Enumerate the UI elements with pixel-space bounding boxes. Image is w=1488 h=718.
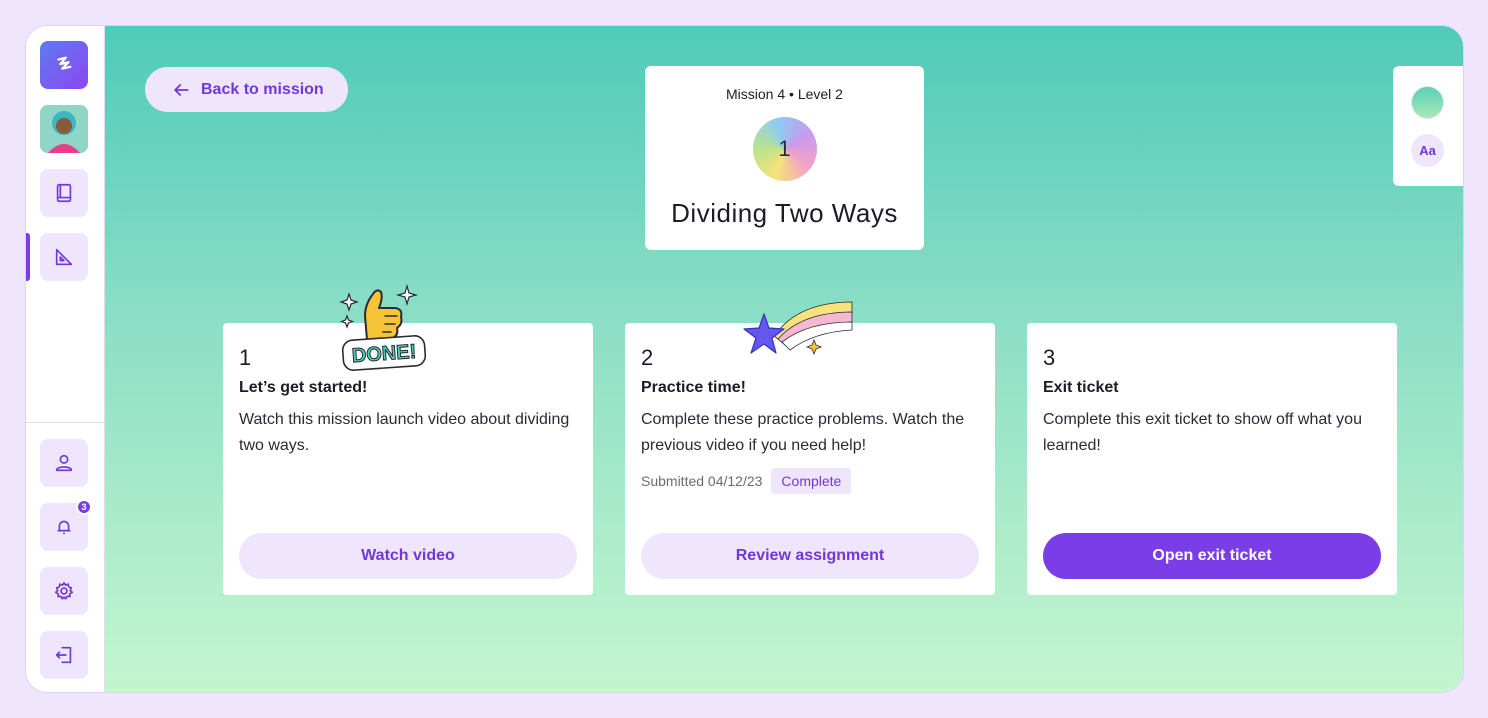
book-icon[interactable] [40,169,88,217]
submission-status: Submitted 04/12/23 Complete [641,468,979,494]
level-number: 1 [778,136,791,161]
font-size-button[interactable]: Aa [1411,134,1444,167]
main-content: Back to mission Mission 4 • Level 2 1 Di… [105,26,1463,692]
mission-header-card: Mission 4 • Level 2 1 Dividing Two Ways [645,66,924,250]
tools-panel: Aa [1393,66,1463,186]
shooting-star-icon [743,301,853,356]
logo-icon[interactable] [40,41,88,89]
gear-icon[interactable] [40,567,88,615]
logout-icon[interactable] [40,631,88,679]
status-badge: Complete [771,468,852,494]
theme-toggle[interactable] [1411,86,1444,119]
submitted-date: Submitted 04/12/23 [641,473,763,489]
active-indicator [26,233,30,281]
card-description: Watch this mission launch video about di… [239,411,570,454]
ruler-icon[interactable] [40,233,88,281]
done-sticker-text: DONE! [351,341,417,367]
card-title: Let’s get started! [239,379,368,396]
back-label: Back to mission [201,80,324,98]
app-frame: 3 Back to mission Mission 4 • Level 2 1 [25,25,1464,693]
done-thumbs-up-icon: DONE! [339,283,427,371]
user-icon[interactable] [40,439,88,487]
open-exit-ticket-button[interactable]: Open exit ticket [1043,533,1381,579]
level-badge: 1 [752,117,817,181]
card-description: Complete these practice problems. Watch … [641,411,965,454]
mission-meta: Mission 4 • Level 2 [726,86,843,102]
page-title: Dividing Two Ways [671,198,898,228]
sidebar: 3 [26,26,105,692]
card-description: Complete this exit ticket to show off wh… [1043,411,1362,454]
arrow-left-icon [174,83,189,96]
avatar[interactable] [40,105,88,153]
back-to-mission-button[interactable]: Back to mission [145,67,348,112]
card-number: 3 [1043,345,1056,370]
sidebar-divider [26,422,105,423]
card-title: Exit ticket [1043,379,1119,396]
lesson-card-3: 3 Exit ticket Complete this exit ticket … [1027,323,1397,595]
review-assignment-button[interactable]: Review assignment [641,533,979,579]
watch-video-button[interactable]: Watch video [239,533,577,579]
lesson-card-2: 2 Practice time! Complete these practice… [625,323,995,595]
card-title: Practice time! [641,379,746,396]
notification-badge: 3 [76,499,92,515]
